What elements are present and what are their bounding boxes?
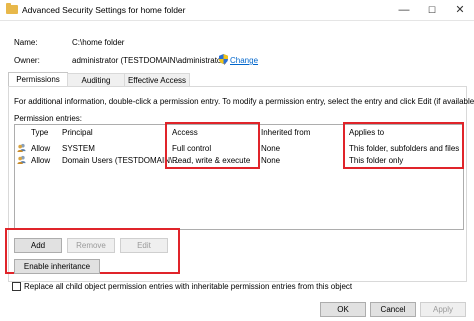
column-header-inherited-from[interactable]: Inherited from [261, 128, 310, 137]
add-button[interactable]: Add [14, 238, 62, 253]
entries-label: Permission entries: [14, 114, 83, 123]
help-text: For additional information, double-click… [14, 97, 474, 106]
title-bar: Advanced Security Settings for home fold… [0, 0, 474, 21]
minimize-button[interactable]: — [390, 0, 418, 20]
folder-icon [6, 3, 18, 14]
replace-child-permissions-checkbox[interactable] [12, 282, 21, 291]
users-icon [17, 143, 26, 152]
row-type: Allow [31, 144, 51, 153]
uac-shield-icon [219, 54, 228, 64]
owner-value: administrator (TESTDOMAIN\administrator) [72, 56, 227, 65]
edit-button[interactable]: Edit [120, 238, 168, 253]
apply-button[interactable]: Apply [420, 302, 466, 317]
column-header-type[interactable]: Type [31, 128, 48, 137]
window-title: Advanced Security Settings for home fold… [22, 5, 186, 15]
name-label: Name: [14, 38, 38, 47]
row-type: Allow [31, 156, 51, 165]
applies-to-highlight-box [343, 122, 464, 169]
replace-child-permissions-label: Replace all child object permission entr… [24, 282, 353, 291]
cancel-button[interactable]: Cancel [370, 302, 416, 317]
users-icon [17, 155, 26, 164]
row-principal: SYSTEM [62, 144, 95, 153]
owner-label: Owner: [14, 56, 40, 65]
enable-inheritance-button[interactable]: Enable inheritance [14, 259, 100, 274]
maximize-button[interactable]: ☐ [418, 0, 446, 20]
row-principal: Domain Users (TESTDOMAIN\... [62, 156, 179, 165]
name-value: C:\home folder [72, 38, 125, 47]
row-inherited-from: None [261, 156, 281, 165]
row-inherited-from: None [261, 144, 281, 153]
access-highlight-box [165, 122, 260, 169]
remove-button[interactable]: Remove [67, 238, 115, 253]
change-owner-link[interactable]: Change [230, 56, 258, 65]
column-header-principal[interactable]: Principal [62, 128, 93, 137]
ok-button[interactable]: OK [320, 302, 366, 317]
close-button[interactable]: ✕ [446, 0, 474, 20]
